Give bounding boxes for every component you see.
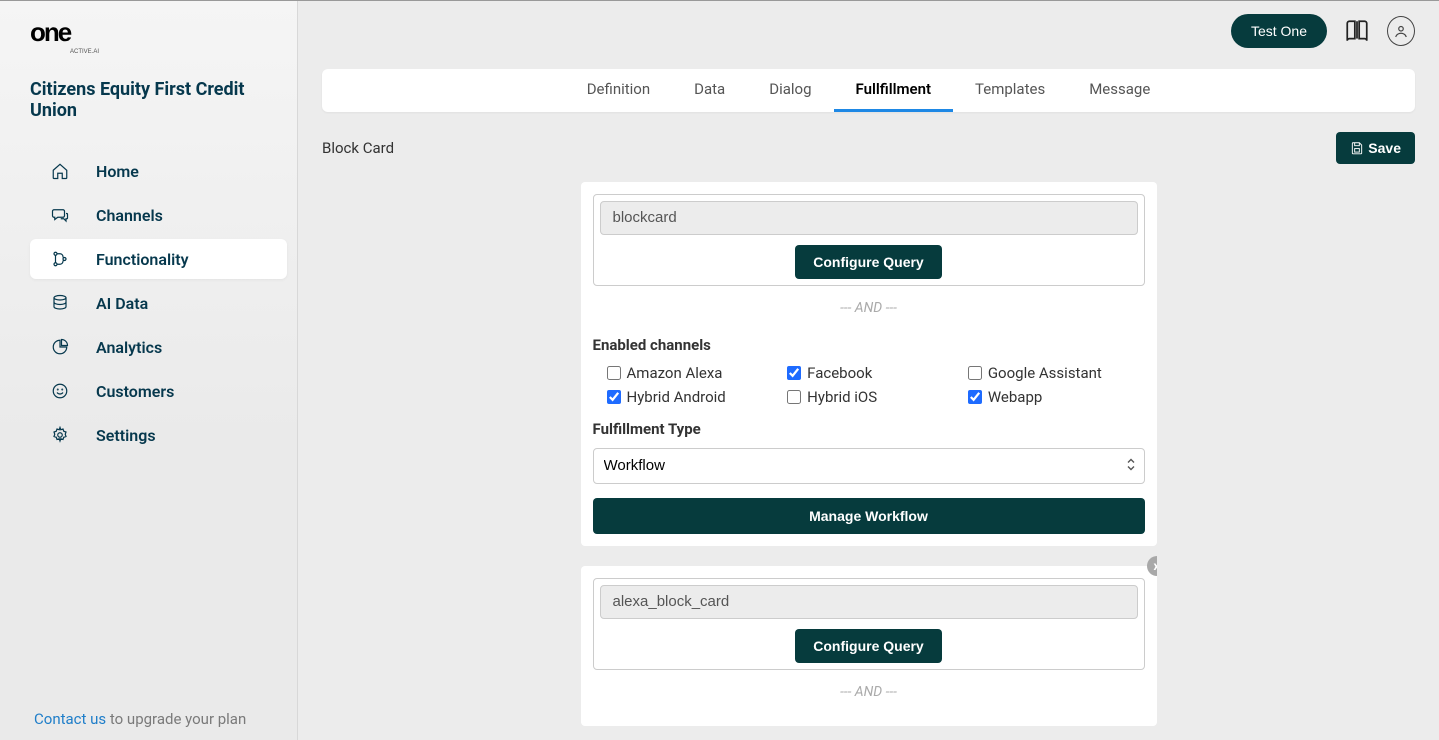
sidebar: one ACTIVE.AI Citizens Equity First Cred…	[0, 1, 298, 740]
configure-query-button[interactable]: Configure Query	[795, 629, 941, 663]
query-input[interactable]	[600, 201, 1138, 235]
channel-checkbox[interactable]	[787, 366, 801, 380]
query-box: Configure Query	[593, 578, 1145, 670]
upgrade-message: Contact us to upgrade your plan	[34, 710, 246, 728]
channel-label: Facebook	[807, 364, 872, 382]
smile-icon	[50, 381, 70, 401]
page-head: Block Card Save	[322, 132, 1415, 164]
fulfillment-type-select-wrap: Workflow	[593, 448, 1145, 484]
main-region: Test One Definition Data Dialog Fullfill…	[298, 1, 1439, 740]
query-box: Configure Query	[593, 194, 1145, 286]
save-icon	[1350, 141, 1364, 155]
sidebar-nav: Home Channels Functionality AI Data	[0, 139, 297, 459]
pie-icon	[50, 337, 70, 357]
tab-fulfillment[interactable]: Fullfillment	[834, 69, 954, 112]
page-title: Block Card	[322, 139, 394, 157]
sidebar-item-label: Functionality	[96, 250, 189, 269]
channel-checkbox[interactable]	[968, 390, 982, 404]
docs-icon[interactable]	[1343, 17, 1371, 45]
fulfillment-type-select[interactable]: Workflow	[604, 457, 1134, 474]
channel-checkbox[interactable]	[787, 390, 801, 404]
sidebar-item-functionality[interactable]: Functionality	[30, 239, 287, 279]
brand-logo: one ACTIVE.AI	[0, 1, 297, 67]
channel-label: Webapp	[988, 388, 1042, 406]
channel-google-assistant[interactable]: Google Assistant	[968, 364, 1145, 382]
channel-label: Amazon Alexa	[627, 364, 723, 382]
chat-icon	[50, 205, 70, 225]
close-icon[interactable]: x	[1147, 556, 1157, 576]
home-icon	[50, 161, 70, 181]
sidebar-item-analytics[interactable]: Analytics	[30, 327, 287, 367]
channels-grid: Amazon Alexa Facebook Google Assistant H…	[593, 364, 1145, 406]
sidebar-item-channels[interactable]: Channels	[30, 195, 287, 235]
sidebar-item-label: Analytics	[96, 338, 162, 357]
channel-facebook[interactable]: Facebook	[787, 364, 964, 382]
gear-icon	[50, 425, 70, 445]
upgrade-text: to upgrade your plan	[106, 710, 246, 728]
svg-text:ACTIVE.AI: ACTIVE.AI	[70, 49, 99, 55]
channel-label: Hybrid Android	[627, 388, 726, 406]
fulfillment-type-label: Fulfillment Type	[593, 420, 1145, 438]
and-separator: --- AND ---	[593, 286, 1145, 330]
database-icon	[50, 293, 70, 313]
tab-definition[interactable]: Definition	[565, 69, 672, 112]
sidebar-item-label: Channels	[96, 206, 163, 225]
sidebar-item-aidata[interactable]: AI Data	[30, 283, 287, 323]
sidebar-item-label: Settings	[96, 426, 156, 445]
enabled-channels-label: Enabled channels	[593, 336, 1145, 354]
save-label: Save	[1368, 140, 1401, 156]
manage-workflow-button[interactable]: Manage Workflow	[593, 498, 1145, 534]
channel-hybrid-android[interactable]: Hybrid Android	[607, 388, 784, 406]
avatar-icon	[1387, 16, 1415, 46]
configure-query-button[interactable]: Configure Query	[795, 245, 941, 279]
org-title: Citizens Equity First Credit Union	[0, 67, 297, 139]
channel-amazon-alexa[interactable]: Amazon Alexa	[607, 364, 784, 382]
channel-checkbox[interactable]	[968, 366, 982, 380]
and-separator: --- AND ---	[593, 670, 1145, 714]
svg-text:one: one	[30, 19, 72, 47]
tab-message[interactable]: Message	[1067, 69, 1172, 112]
tab-data[interactable]: Data	[672, 69, 747, 112]
channel-checkbox[interactable]	[607, 390, 621, 404]
tab-templates[interactable]: Templates	[953, 69, 1067, 112]
flow-icon	[50, 249, 70, 269]
sidebar-item-label: Customers	[96, 382, 174, 401]
fulfillment-card: x Configure Query --- AND ---	[581, 566, 1157, 726]
sidebar-item-label: AI Data	[96, 294, 148, 313]
topbar: Test One	[298, 1, 1439, 61]
fulfillment-card: Configure Query --- AND --- Enabled chan…	[581, 182, 1157, 546]
channel-hybrid-ios[interactable]: Hybrid iOS	[787, 388, 964, 406]
tabs-bar: Definition Data Dialog Fullfillment Temp…	[322, 69, 1415, 112]
save-button[interactable]: Save	[1336, 132, 1415, 164]
tab-dialog[interactable]: Dialog	[747, 69, 833, 112]
contact-link[interactable]: Contact us	[34, 710, 106, 728]
sidebar-item-home[interactable]: Home	[30, 151, 287, 191]
sidebar-item-settings[interactable]: Settings	[30, 415, 287, 455]
test-one-button[interactable]: Test One	[1231, 14, 1327, 48]
sidebar-item-label: Home	[96, 162, 139, 181]
content-column: Configure Query --- AND --- Enabled chan…	[581, 172, 1157, 740]
channel-checkbox[interactable]	[607, 366, 621, 380]
sidebar-item-customers[interactable]: Customers	[30, 371, 287, 411]
channel-label: Google Assistant	[988, 364, 1102, 382]
profile-menu[interactable]	[1387, 17, 1415, 45]
channel-webapp[interactable]: Webapp	[968, 388, 1145, 406]
channel-label: Hybrid iOS	[807, 388, 877, 406]
query-input[interactable]	[600, 585, 1138, 619]
